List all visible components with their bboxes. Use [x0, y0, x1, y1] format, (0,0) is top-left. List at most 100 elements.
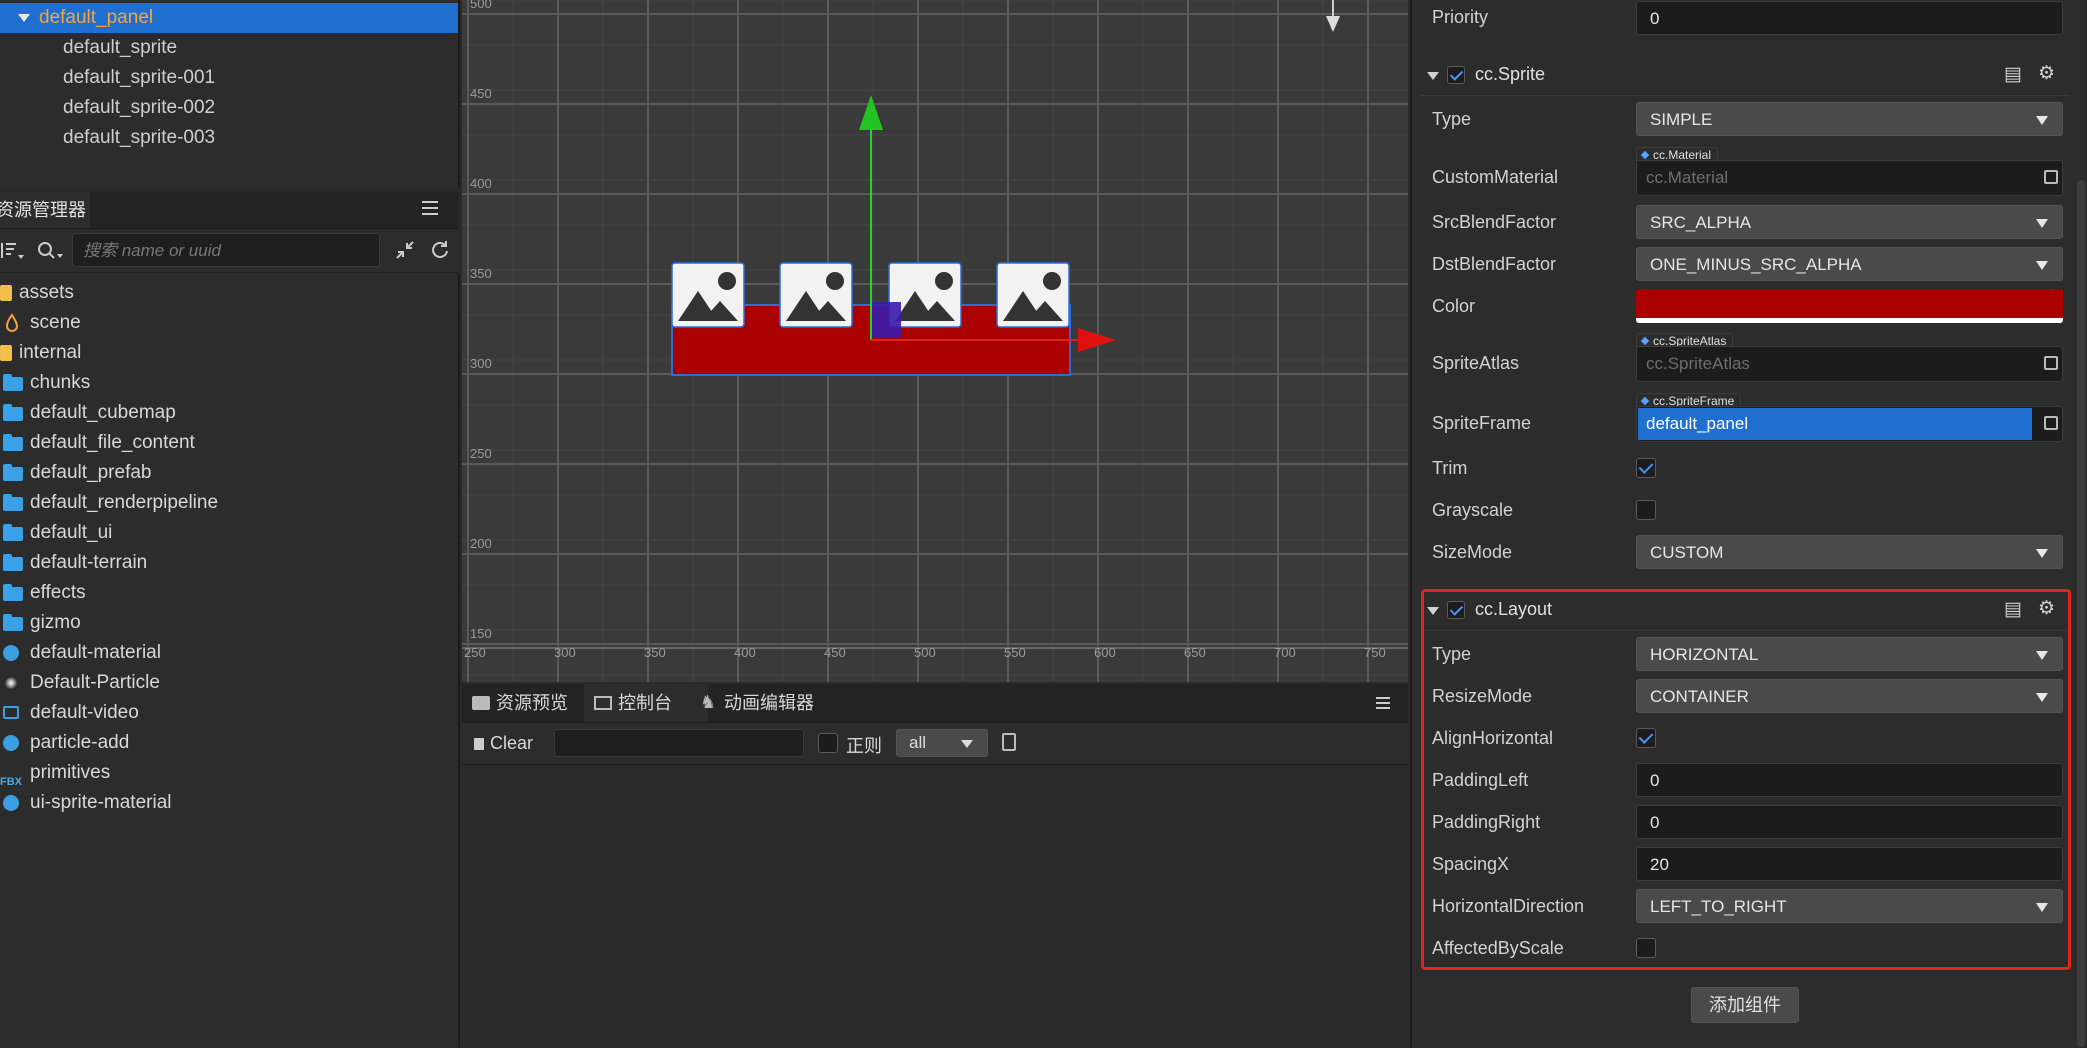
asset-item-label: default_ui: [30, 522, 113, 543]
size-mode-label: SizeMode: [1432, 542, 1513, 562]
regex-checkbox[interactable]: [818, 733, 838, 753]
y-tick-label: 400: [470, 176, 492, 191]
hierarchy-item-default-sprite-001[interactable]: default_sprite-001: [0, 63, 458, 93]
y-tick-label: 250: [470, 446, 492, 461]
divider: [1420, 95, 2070, 96]
hierarchy-item-default-sprite-002[interactable]: default_sprite-002: [0, 93, 458, 123]
asset-item-label: particle-add: [30, 732, 130, 753]
chevron-down-icon: [2036, 116, 2048, 125]
asset-item-label: effects: [30, 582, 86, 603]
open-log-file-icon[interactable]: [1002, 733, 1016, 751]
x-tick-label: 700: [1274, 645, 1296, 660]
default-sprite-001-node[interactable]: [779, 262, 853, 328]
layout-enabled-checkbox[interactable]: [1447, 601, 1465, 619]
priority-input[interactable]: 0: [1636, 1, 2063, 35]
align-horizontal-label: AlignHorizontal: [1432, 728, 1554, 748]
trim-checkbox[interactable]: [1636, 458, 1656, 478]
add-component-button[interactable]: 添加组件: [1691, 987, 1799, 1023]
y-tick-label: 450: [470, 86, 492, 101]
scene-canvas[interactable]: 500 450 400 350 300 250 200 150 250 300 350 400 450…: [462, 0, 1408, 682]
folder-icon: [3, 374, 23, 391]
locate-asset-icon[interactable]: [2044, 356, 2058, 370]
spacing-x-input[interactable]: 20: [1636, 847, 2063, 881]
collapse-arrow-icon[interactable]: [1427, 72, 1439, 80]
sprite-type-value: SIMPLE: [1650, 110, 1713, 129]
asset-item-label: default-video: [30, 702, 139, 723]
locate-asset-icon[interactable]: [2044, 170, 2058, 184]
src-blend-select[interactable]: SRC_ALPHA: [1636, 205, 2063, 239]
help-doc-icon[interactable]: ▤: [2004, 63, 2022, 86]
preview-icon: [472, 696, 490, 710]
database-icon: [0, 345, 12, 361]
layout-type-select[interactable]: HORIZONTAL: [1636, 637, 2063, 671]
regex-label: 正则: [846, 736, 882, 756]
sprite-enabled-checkbox[interactable]: [1447, 66, 1465, 84]
y-tick-label: 150: [470, 626, 492, 641]
sprite-component-header[interactable]: cc.Sprite ▤ ⚙: [1420, 56, 2070, 96]
material-icon: [3, 735, 19, 751]
expand-arrow-icon[interactable]: [18, 14, 30, 22]
menu-icon[interactable]: [422, 201, 438, 215]
console-output[interactable]: [462, 764, 1408, 1048]
collapse-all-icon[interactable]: [395, 240, 415, 260]
padding-left-input[interactable]: 0: [1636, 763, 2063, 797]
size-mode-select[interactable]: CUSTOM: [1636, 535, 2063, 569]
collapse-arrow-icon[interactable]: [1427, 607, 1439, 615]
asset-item-label: default-terrain: [30, 552, 148, 573]
log-level-select[interactable]: all: [896, 729, 988, 757]
dst-blend-select[interactable]: ONE_MINUS_SRC_ALPHA: [1636, 247, 2063, 281]
console-toolbar: Clear 正则 all: [462, 723, 1408, 763]
menu-icon[interactable]: [1376, 697, 1390, 709]
layout-type-label: Type: [1432, 644, 1472, 664]
gizmo-center-handle[interactable]: [871, 302, 901, 338]
asset-item-label: default-material: [30, 642, 161, 663]
resize-mode-select[interactable]: CONTAINER: [1636, 679, 2063, 713]
clear-button[interactable]: Clear: [474, 732, 533, 754]
grayscale-checkbox[interactable]: [1636, 500, 1656, 520]
hierarchy-item-default-panel[interactable]: default_panel: [0, 3, 458, 33]
broom-icon: [474, 738, 484, 750]
help-doc-icon[interactable]: ▤: [2004, 598, 2022, 621]
hierarchy-item-label: default_sprite-002: [63, 97, 216, 118]
default-sprite-node[interactable]: [671, 262, 745, 328]
gizmo-y-arrow-icon[interactable]: [859, 95, 883, 130]
folder-icon: [3, 614, 23, 631]
sprite-type-select[interactable]: SIMPLE: [1636, 102, 2063, 136]
sprite-frame-value[interactable]: default_panel: [1638, 408, 2032, 440]
tab-assets[interactable]: 资源管理器: [0, 192, 90, 228]
asset-item-label: ui-sprite-material: [30, 792, 172, 813]
x-tick-label: 550: [1004, 645, 1026, 660]
padding-right-input[interactable]: 0: [1636, 805, 2063, 839]
sprite-atlas-placeholder: cc.SpriteAtlas: [1646, 354, 1750, 373]
asset-item-label: gizmo: [30, 612, 81, 633]
fbx-icon: FBX: [0, 776, 22, 788]
sprite-atlas-label: SpriteAtlas: [1432, 353, 1520, 373]
horizontal-direction-select[interactable]: LEFT_TO_RIGHT: [1636, 889, 2063, 923]
sort-icon[interactable]: [0, 240, 26, 262]
locate-asset-icon[interactable]: [2044, 416, 2058, 430]
default-sprite-003-node[interactable]: [996, 262, 1070, 328]
refresh-icon[interactable]: [430, 240, 450, 260]
gear-icon[interactable]: ⚙: [2038, 62, 2055, 85]
asset-item-label: assets: [19, 282, 74, 303]
search-icon[interactable]: [36, 240, 66, 262]
tab-animation-editor[interactable]: ♞ 动画编辑器: [690, 684, 854, 722]
scene-view[interactable]: 500 450 400 350 300 250 200 150 250 300 350 400 450…: [462, 0, 1408, 682]
inspector-scrollbar[interactable]: [2077, 180, 2085, 1047]
x-tick-label: 250: [464, 645, 486, 660]
hierarchy-item-default-sprite-003[interactable]: default_sprite-003: [0, 123, 458, 153]
y-tick-label: 500: [470, 0, 492, 11]
assets-search-input[interactable]: 搜索 name or uuid: [72, 233, 380, 267]
horizontal-direction-value: LEFT_TO_RIGHT: [1650, 897, 1787, 916]
y-tick-label: 200: [470, 536, 492, 551]
layout-component-header[interactable]: cc.Layout ▤ ⚙: [1420, 589, 2070, 629]
console-filter-input[interactable]: [554, 729, 804, 757]
search-placeholder: 搜索 name or uuid: [83, 241, 221, 260]
hierarchy-item-default-sprite[interactable]: default_sprite: [0, 33, 458, 63]
affected-by-scale-checkbox[interactable]: [1636, 938, 1656, 958]
chevron-down-icon: [2036, 549, 2048, 558]
gear-icon[interactable]: ⚙: [2038, 597, 2055, 620]
custom-material-label: CustomMaterial: [1432, 167, 1559, 187]
color-swatch[interactable]: [1636, 289, 2063, 323]
align-horizontal-checkbox[interactable]: [1636, 728, 1656, 748]
